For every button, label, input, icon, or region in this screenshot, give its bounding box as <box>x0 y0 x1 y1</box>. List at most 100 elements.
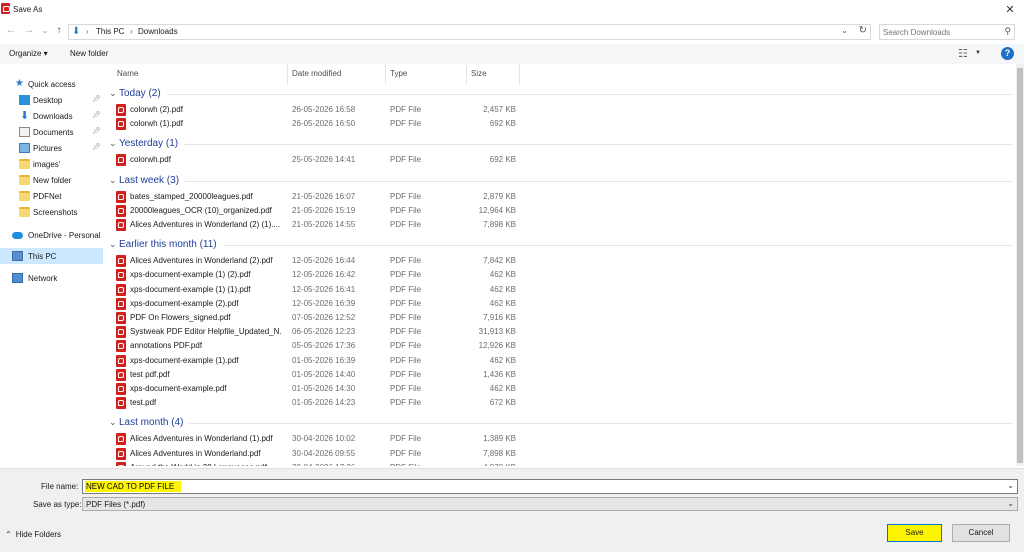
file-row[interactable]: colorwh.pdf 25-05-2026 14:41 PDF File 692 K… <box>107 153 1013 167</box>
chevron-down-icon[interactable]: ⌄ <box>841 26 848 35</box>
nav-item-pictures[interactable]: Pictures 📌︎ <box>0 140 103 156</box>
network-icon <box>12 273 23 283</box>
column-divider[interactable] <box>519 64 520 84</box>
group-header[interactable]: ⌄ Last week (3) <box>107 173 1013 189</box>
search-icon: ⚲ <box>1004 26 1011 36</box>
file-row[interactable]: xps-document-example.pdf 01-05-2026 14:30… <box>107 382 1013 396</box>
search-box[interactable]: ⚲ <box>879 24 1015 40</box>
vertical-scrollbar[interactable] <box>1016 64 1024 466</box>
view-dropdown-icon[interactable]: ▼ <box>975 50 981 56</box>
column-header-date-modified[interactable]: Date modified <box>292 69 341 78</box>
pdf-file-icon <box>116 219 126 231</box>
pin-icon: 📌︎ <box>92 112 101 119</box>
group-header[interactable]: ⌄ Yesterday (1) <box>107 136 1013 152</box>
nav-item-downloads[interactable]: ⬇ Downloads 📌︎ <box>0 108 103 124</box>
column-header-size[interactable]: Size <box>471 69 487 78</box>
hide-folders-button[interactable]: ⌃ Hide Folders <box>5 530 61 539</box>
column-divider[interactable] <box>385 64 386 84</box>
nav-item-onedrive[interactable]: OneDrive - Personal <box>0 227 103 243</box>
file-row[interactable]: Alices Adventures in Wonderland (2).pdf 1… <box>107 254 1013 268</box>
back-arrow-icon[interactable]: ← <box>4 24 18 38</box>
nav-item-quick-access[interactable]: ★ Quick access <box>0 76 103 92</box>
file-row[interactable]: Alices Adventures in Wonderland.pdf 30-04… <box>107 447 1013 461</box>
forward-arrow-icon[interactable]: → <box>22 24 36 38</box>
cancel-button[interactable]: Cancel <box>952 524 1010 542</box>
column-header-name[interactable]: Name <box>117 69 138 78</box>
file-date-modified: 29-04-2026 17:36 <box>292 463 355 466</box>
search-input[interactable] <box>883 26 993 38</box>
chevron-down-icon[interactable]: ⌄ <box>109 239 117 250</box>
nav-item-documents[interactable]: Documents 📌︎ <box>0 124 103 140</box>
column-header-type[interactable]: Type <box>390 69 407 78</box>
organize-button[interactable]: Organize ▾ <box>9 49 48 58</box>
file-row[interactable]: xps-document-example (2).pdf 12-05-2026 1… <box>107 297 1013 311</box>
nav-item-screenshots[interactable]: Screenshots <box>0 204 103 220</box>
file-row[interactable]: xps-document-example (1) (2).pdf 12-05-20… <box>107 268 1013 282</box>
save-as-type-select[interactable]: PDF Files (*.pdf) ⌄ <box>82 497 1018 511</box>
file-row[interactable]: Systweak PDF Editor Helpfile_Updated_N..… <box>107 325 1013 339</box>
new-folder-button[interactable]: New folder <box>70 49 108 58</box>
file-row[interactable]: test.pdf 01-05-2026 14:23 PDF File 672 KB <box>107 396 1013 410</box>
save-as-type-value: PDF Files (*.pdf) <box>86 500 146 509</box>
chevron-down-icon[interactable]: ⌄ <box>1007 499 1014 508</box>
command-toolbar: Organize ▾ New folder ☷ ▼ ? <box>0 44 1024 64</box>
save-button[interactable]: Save <box>887 524 942 542</box>
file-name: Around the World in 28 Languages.pdf <box>130 463 267 466</box>
file-row[interactable]: Around the World in 28 Languages.pdf 29-0… <box>107 461 1013 466</box>
group-header[interactable]: ⌄ Today (2) <box>107 86 1013 102</box>
chevron-down-icon[interactable]: ⌄ <box>109 175 117 186</box>
pdf-file-icon <box>116 461 126 466</box>
address-bar[interactable]: ⬇ › This PC › Downloads ⌄ ↻ <box>68 24 871 40</box>
file-name-field[interactable]: ⌄ <box>82 479 1018 494</box>
column-divider[interactable] <box>287 64 288 84</box>
chevron-down-icon[interactable]: ⌄ <box>109 138 117 149</box>
file-name: Alices Adventures in Wonderland (2).pdf <box>130 256 273 266</box>
recent-locations-icon[interactable]: ⌄ <box>38 24 52 38</box>
nav-item-label: PDFNet <box>33 192 62 201</box>
downloads-icon: ⬇ <box>19 110 30 122</box>
file-type: PDF File <box>390 313 422 322</box>
scrollbar-thumb[interactable] <box>1017 68 1023 463</box>
file-row[interactable]: test pdf.pdf 01-05-2026 14:40 PDF File 1,43… <box>107 368 1013 382</box>
file-row[interactable]: bates_stamped_20000leagues.pdf 21-05-2026… <box>107 190 1013 204</box>
column-divider[interactable] <box>466 64 467 84</box>
file-row[interactable]: colorwh (1).pdf 26-05-2026 16:50 PDF File 6… <box>107 117 1013 131</box>
chevron-down-icon[interactable]: ⌄ <box>1007 481 1014 490</box>
file-name: test pdf.pdf <box>130 369 170 379</box>
nav-item-pdfnet[interactable]: PDFNet <box>0 188 103 204</box>
file-row[interactable]: xps-document-example (1).pdf 01-05-2026 1… <box>107 354 1013 368</box>
chevron-down-icon[interactable]: ⌄ <box>109 417 117 428</box>
close-icon[interactable]: ✕ <box>1002 2 1018 18</box>
file-date-modified: 12-05-2026 16:42 <box>292 270 356 280</box>
onedrive-icon <box>12 232 23 239</box>
file-name-input[interactable] <box>85 481 181 492</box>
nav-item-this-pc[interactable]: This PC <box>0 248 103 264</box>
nav-item-label: Desktop <box>33 96 63 105</box>
view-options-icon[interactable]: ☷ <box>958 47 968 60</box>
help-icon[interactable]: ? <box>1001 47 1014 60</box>
nav-item-desktop[interactable]: Desktop 📌︎ <box>0 92 103 108</box>
nav-item-new-folder[interactable]: New folder <box>0 172 103 188</box>
file-row[interactable]: colorwh (2).pdf 26-05-2026 16:58 PDF File 2… <box>107 103 1013 117</box>
address-row: ← → ⌄ ↑ ⬇ › This PC › Downloads ⌄ ↻ ⚲ <box>0 22 1024 42</box>
breadcrumb-downloads[interactable]: Downloads <box>138 27 178 36</box>
breadcrumb-this-pc[interactable]: This PC <box>96 27 124 36</box>
up-arrow-icon[interactable]: ↑ <box>52 24 66 38</box>
file-row[interactable]: Alices Adventures in Wonderland (2) (1).… <box>107 218 1013 232</box>
refresh-icon[interactable]: ↻ <box>859 25 867 36</box>
chevron-down-icon[interactable]: ⌄ <box>109 88 117 99</box>
file-row[interactable]: xps-document-example (1) (1).pdf 12-05-20… <box>107 283 1013 297</box>
file-row[interactable]: PDF On Flowers_signed.pdf 07-05-2026 12:5… <box>107 311 1013 325</box>
nav-item-images[interactable]: images' <box>0 156 103 172</box>
group-header[interactable]: ⌄ Last month (4) <box>107 415 1013 431</box>
nav-item-network[interactable]: Network <box>0 270 103 286</box>
file-date-modified: 01-05-2026 14:30 <box>292 384 356 393</box>
file-name: 20000leagues_OCR (10)_organized.pdf <box>130 205 272 215</box>
window-title: Save As <box>13 5 43 14</box>
pdf-file-icon <box>116 433 126 446</box>
file-row[interactable]: Alices Adventures in Wonderland (1).pdf 3… <box>107 432 1013 446</box>
file-date-modified: 30-04-2026 09:55 <box>292 448 356 458</box>
file-row[interactable]: annotations PDF.pdf 05-05-2026 17:36 PDF F… <box>107 339 1013 353</box>
file-row[interactable]: 20000leagues_OCR (10)_organized.pdf 21-05… <box>107 204 1013 218</box>
group-header[interactable]: ⌄ Earlier this month (11) <box>107 237 1013 253</box>
